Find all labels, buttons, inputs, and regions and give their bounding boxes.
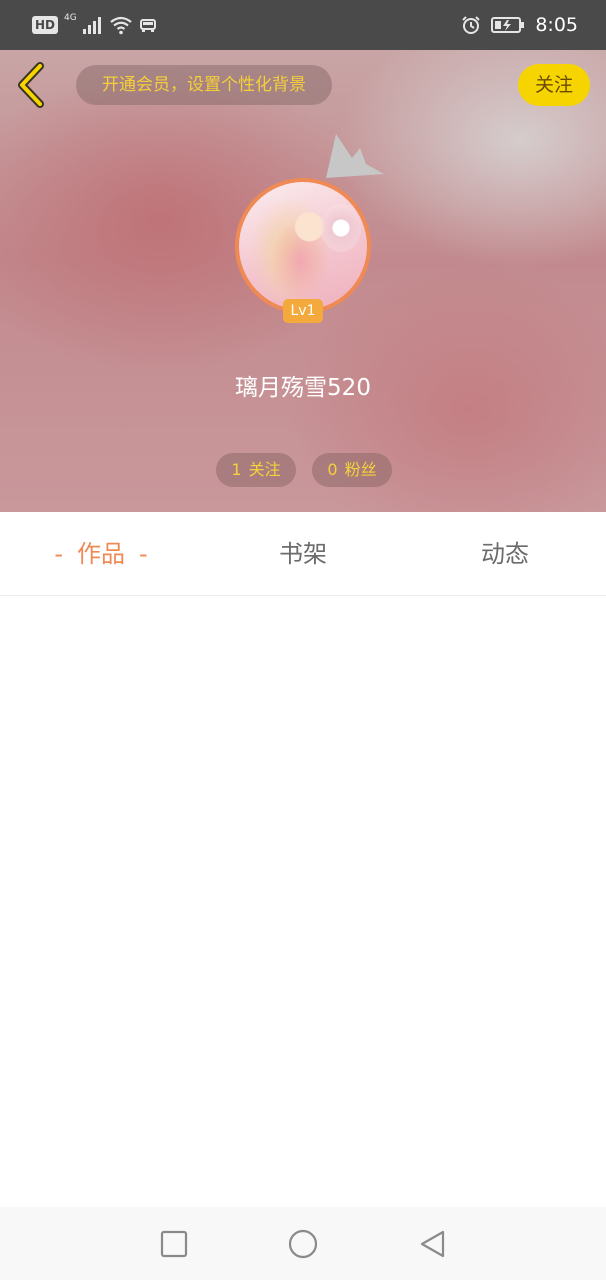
fans-count-button[interactable]: 0 粉丝: [312, 453, 392, 487]
profile-header: 开通会员，设置个性化背景 关注 Lv1 璃月殇雪520 1 关注 0 粉丝: [0, 50, 606, 512]
tab-works-label: 作品: [77, 540, 125, 568]
wifi-icon: [110, 16, 132, 35]
car-icon: [139, 19, 156, 32]
tab-content-area: [0, 597, 606, 1207]
tab-activity[interactable]: 动态: [404, 512, 606, 596]
status-left: HD 4G: [32, 13, 157, 37]
follow-button[interactable]: 关注: [518, 64, 590, 106]
following-count: 1: [231, 460, 242, 479]
status-right: 8:05: [461, 13, 578, 37]
status-time: 8:05: [535, 14, 578, 36]
tab-indicator-left: -: [54, 540, 63, 568]
hd-badge: HD: [32, 16, 59, 34]
profile-tabs: - 作品 - 书架 动态: [0, 512, 606, 596]
following-count-button[interactable]: 1 关注: [216, 453, 296, 487]
tab-indicator-right: -: [139, 540, 148, 568]
status-bar: HD 4G 8:05: [0, 0, 606, 50]
tab-bookshelf[interactable]: 书架: [202, 512, 404, 596]
username: 璃月殇雪520: [235, 375, 371, 401]
avatar[interactable]: [235, 178, 371, 314]
home-icon[interactable]: [286, 1227, 320, 1261]
vip-background-banner[interactable]: 开通会员，设置个性化背景: [76, 65, 332, 105]
back-icon[interactable]: [416, 1227, 450, 1261]
network-label: 4G: [64, 13, 77, 23]
following-label: 关注: [248, 460, 281, 479]
fans-label: 粉丝: [344, 460, 377, 479]
battery-icon: [491, 17, 525, 33]
chevron-left-icon[interactable]: [14, 62, 50, 108]
alarm-icon: [462, 16, 481, 34]
recent-apps-icon[interactable]: [157, 1227, 191, 1261]
tab-works[interactable]: - 作品 -: [0, 512, 202, 596]
navigation-bar: [0, 1207, 606, 1280]
level-badge: Lv1: [283, 299, 323, 323]
tab-activity-label: 动态: [481, 540, 529, 568]
fans-count: 0: [327, 460, 338, 479]
tab-bookshelf-label: 书架: [279, 540, 327, 568]
signal-icon: [82, 17, 101, 34]
